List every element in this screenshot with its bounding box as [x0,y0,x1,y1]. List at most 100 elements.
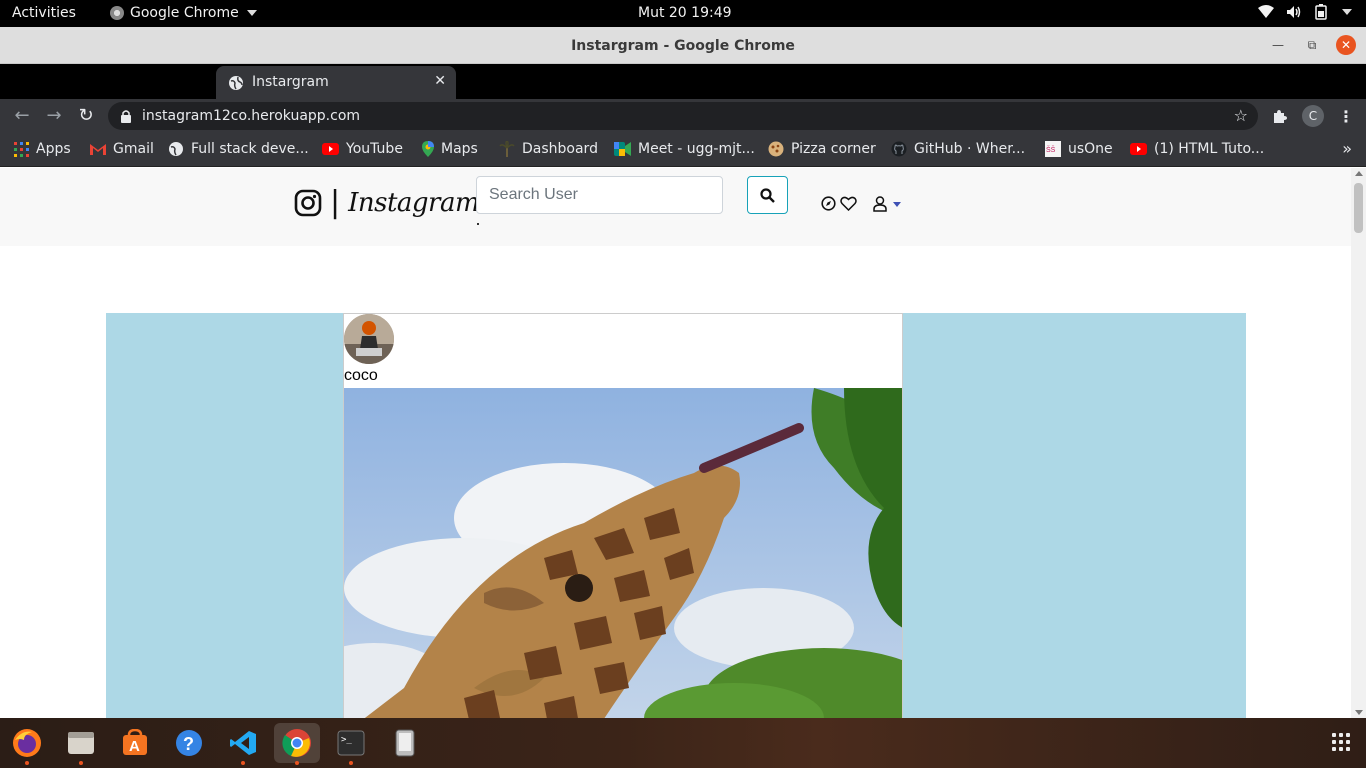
bookmark-github[interactable]: GitHub · Wher... [891,141,1025,157]
show-applications-button[interactable] [1332,733,1350,751]
running-indicator [295,761,299,765]
brand-wordmark: Instagram [348,188,480,218]
svg-text:ŠŠ: ŠŠ [1046,145,1056,154]
youtube-icon [1130,143,1147,155]
maps-icon [422,141,434,157]
github-icon [891,141,907,157]
bookmark-apps[interactable]: Apps [14,141,71,157]
chevron-down-icon [1342,9,1352,15]
more-bookmarks-icon[interactable]: » [1342,139,1352,158]
maximize-button[interactable]: ⧉ [1302,35,1322,55]
scrollbar-thumb[interactable] [1354,183,1363,233]
post-username[interactable]: coco [344,367,378,385]
svg-text:A: A [129,738,140,755]
chevron-down-icon [246,10,257,16]
avatar-image [344,314,394,364]
battery-icon [1315,4,1327,20]
help-icon: ? [176,730,202,756]
bookmark-usone[interactable]: ŠŠ usOne [1045,141,1113,157]
system-tray[interactable] [1258,4,1352,20]
firefox-icon [13,729,41,757]
bookmark-gmail[interactable]: Gmail [90,141,154,157]
dock-device[interactable] [385,723,425,763]
bookmark-pizza[interactable]: Pizza corner [768,141,876,157]
globe-icon [229,76,243,90]
user-menu-dropdown[interactable] [873,196,901,212]
svg-text:?: ? [183,734,194,754]
bookmark-label: YouTube [346,141,403,157]
app-menu-label: Google Chrome [130,5,239,21]
url-text: instagram12co.herokuapp.com [142,108,361,124]
meet-icon [614,142,631,156]
wifi-icon [1258,5,1274,18]
tab-instargram[interactable]: Instargram ✕ [216,66,456,99]
profile-avatar[interactable]: C [1302,105,1324,127]
instagram-logo-icon [294,189,322,217]
dock-firefox[interactable] [7,723,47,765]
post-photo[interactable] [344,388,902,718]
post-author-avatar[interactable] [344,314,394,364]
globe-icon [169,142,183,156]
search-user-input[interactable] [476,176,723,214]
dock-help[interactable]: ? [169,723,209,763]
bookmark-label: Pizza corner [791,141,876,157]
tab-title: Instargram [252,74,329,90]
chevron-down-icon [893,201,901,207]
bookmark-youtube[interactable]: YouTube [322,141,403,157]
page-viewport: | Instagram coco [0,168,1366,718]
extensions-icon[interactable] [1272,108,1288,124]
dock-vscode[interactable] [223,723,263,765]
forward-button[interactable]: → [44,106,64,126]
bookmarks-bar: Apps Gmail Full stack deve... YouTube Ma… [0,133,1366,167]
address-bar[interactable]: instagram12co.herokuapp.com ☆ [108,102,1258,130]
menu-kebab-icon[interactable]: ⋮ [1338,107,1354,126]
bookmark-label: Maps [441,141,478,157]
bookmark-maps[interactable]: Maps [422,141,478,157]
page-scrollbar[interactable] [1351,168,1366,718]
dock-terminal[interactable]: >_ [331,723,371,765]
vscode-icon [230,731,256,755]
bookmark-meet[interactable]: Meet - ugg-mjt... [614,141,755,157]
site-brand[interactable]: | Instagram [294,185,480,220]
back-button[interactable]: ← [12,106,32,126]
search-button[interactable] [747,176,788,214]
running-indicator [25,761,29,765]
browser-toolbar: ← → ↻ instagram12co.herokuapp.com ☆ C ⋮ [0,99,1366,133]
window-titlebar: Instargram - Google Chrome — ⧉ ✕ [0,27,1366,64]
window-title: Instargram - Google Chrome [571,38,795,54]
system-clock[interactable]: Mut 20 19:49 [638,5,732,21]
bookmark-label: usOne [1068,141,1113,157]
giraffe-photo [344,388,902,718]
gmail-icon [90,144,106,155]
software-icon: A [123,729,147,755]
scroll-down-icon[interactable] [1355,710,1363,715]
reload-button[interactable]: ↻ [76,106,96,126]
bookmark-label: (1) HTML Tuto... [1154,141,1265,157]
svg-text:>_: >_ [341,735,352,745]
bookmark-fullstack[interactable]: Full stack deve... [168,141,309,157]
activities-button[interactable]: Activities [12,5,76,21]
user-icon [873,196,887,212]
usone-icon: ŠŠ [1045,141,1061,157]
heart-icon[interactable] [840,196,857,211]
scroll-up-icon[interactable] [1355,171,1363,176]
app-menu[interactable]: Google Chrome [110,5,257,21]
close-window-button[interactable]: ✕ [1336,35,1356,55]
tab-strip: Instargram ✕ [0,64,1366,99]
dock-files[interactable] [61,723,101,765]
brand-separator: | [330,185,341,220]
close-tab-icon[interactable]: ✕ [434,73,446,89]
running-indicator [241,761,245,765]
dock-software[interactable]: A [115,723,155,763]
bookmark-star-icon[interactable]: ☆ [1234,106,1248,125]
bookmark-dashboard[interactable]: Dashboard [499,141,598,157]
youtube-icon [322,143,339,155]
terminal-icon: >_ [337,730,365,756]
bookmark-label: Gmail [113,141,154,157]
lock-icon [121,110,131,123]
minimize-button[interactable]: — [1268,35,1288,55]
compass-explore-icon[interactable] [821,196,836,211]
chrome-small-icon [110,6,124,20]
dock-chrome[interactable] [274,723,320,765]
bookmark-html-tutorial[interactable]: (1) HTML Tuto... [1130,141,1264,157]
